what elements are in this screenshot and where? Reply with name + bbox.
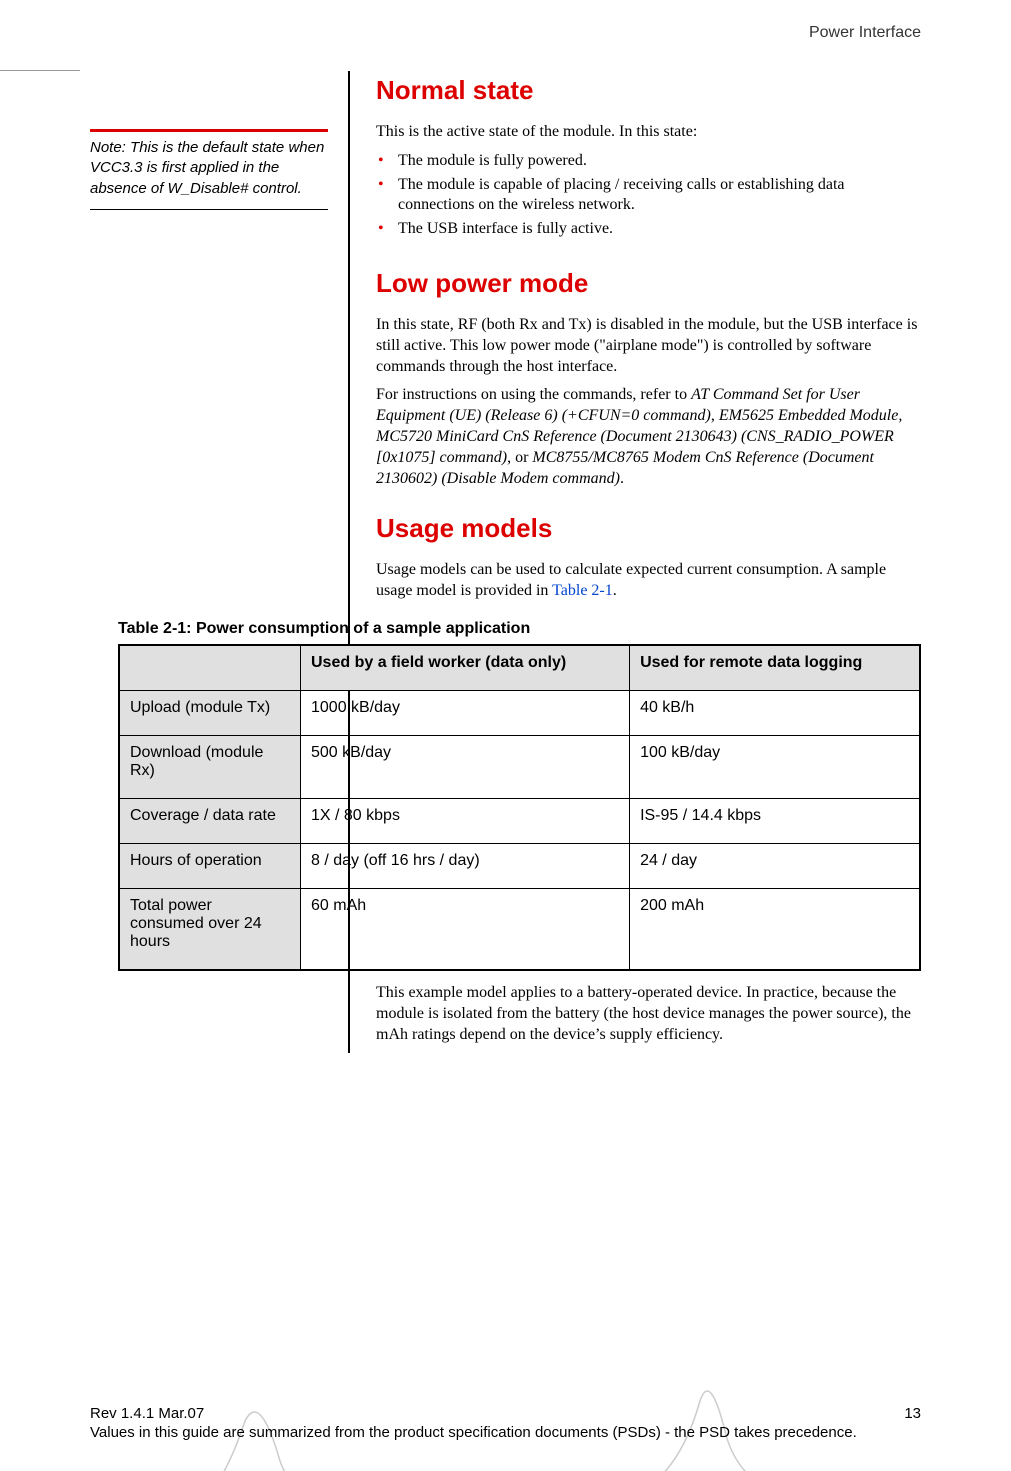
watermark (0, 1336, 1011, 1471)
heading-low-power: Low power mode (376, 268, 921, 299)
table-caption: Table 2-1: Power consumption of a sample… (118, 620, 921, 638)
header-divider (0, 70, 80, 71)
low-power-para2: For instructions on using the commands, … (376, 385, 921, 489)
table-row: Upload (module Tx) 1000 kB/day 40 kB/h (119, 690, 920, 735)
row-label: Hours of operation (119, 843, 301, 888)
footer-page-number: 13 (904, 1405, 921, 1422)
cell: 1000 kB/day (301, 690, 630, 735)
cell: 24 / day (630, 843, 920, 888)
row-label: Total power consumed over 24 hours (119, 888, 301, 970)
table-row: Hours of operation 8 / day (off 16 hrs /… (119, 843, 920, 888)
margin-sidebar: Note: This is the default state when VCC… (90, 71, 348, 210)
table-header: Used for remote data logging (630, 645, 920, 691)
list-item: The USB interface is fully active. (376, 219, 921, 240)
heading-normal-state: Normal state (376, 75, 921, 106)
cell: 40 kB/h (630, 690, 920, 735)
cell: 500 kB/day (301, 735, 630, 798)
note-text: This is the default state when VCC3.3 is… (90, 139, 324, 197)
list-item: The module is fully powered. (376, 151, 921, 172)
table-header: Used by a field worker (data only) (301, 645, 630, 691)
normal-state-bullets: The module is fully powered. The module … (376, 151, 921, 240)
row-label: Download (module Rx) (119, 735, 301, 798)
text-run: For instructions on using the commands, … (376, 386, 691, 403)
text-run: , or (507, 449, 532, 466)
table-row: Total power consumed over 24 hours 60 mA… (119, 888, 920, 970)
main-column: Normal state This is the active state of… (348, 71, 921, 1053)
note-label: Note: (90, 139, 126, 156)
table-row: Download (module Rx) 500 kB/day 100 kB/d… (119, 735, 920, 798)
low-power-para1: In this state, RF (both Rx and Tx) is di… (376, 315, 921, 377)
cell: IS-95 / 14.4 kbps (630, 798, 920, 843)
cell: 60 mAh (301, 888, 630, 970)
table-2-1-wrap: Table 2-1: Power consumption of a sample… (118, 620, 921, 971)
list-item: The module is capable of placing / recei… (376, 175, 921, 217)
table-row: Coverage / data rate 1X / 80 kbps IS-95 … (119, 798, 920, 843)
heading-usage-models: Usage models (376, 513, 921, 544)
footer-rev: Rev 1.4.1 Mar.07 (90, 1405, 204, 1422)
row-label: Coverage / data rate (119, 798, 301, 843)
footer-note: Values in this guide are summarized from… (90, 1424, 921, 1441)
cell: 100 kB/day (630, 735, 920, 798)
cell: 1X / 80 kbps (301, 798, 630, 843)
page-footer: Rev 1.4.1 Mar.07 13 Values in this guide… (90, 1405, 921, 1441)
usage-models-para: Usage models can be used to calculate ex… (376, 560, 921, 602)
margin-note: Note: This is the default state when VCC… (90, 129, 328, 210)
power-consumption-table: Used by a field worker (data only) Used … (118, 644, 921, 971)
cell: 8 / day (off 16 hrs / day) (301, 843, 630, 888)
text-run: , (711, 407, 719, 424)
header-section-title: Power Interface (90, 24, 921, 42)
text-run: Usage models can be used to calculate ex… (376, 561, 886, 599)
row-label: Upload (module Tx) (119, 690, 301, 735)
normal-state-intro: This is the active state of the module. … (376, 122, 921, 143)
usage-models-after-table: This example model applies to a battery-… (376, 983, 921, 1045)
table-crossref-link[interactable]: Table 2-1 (552, 582, 613, 599)
cell: 200 mAh (630, 888, 920, 970)
text-run: . (613, 582, 617, 599)
text-run: . (620, 470, 624, 487)
table-header-blank (119, 645, 301, 691)
